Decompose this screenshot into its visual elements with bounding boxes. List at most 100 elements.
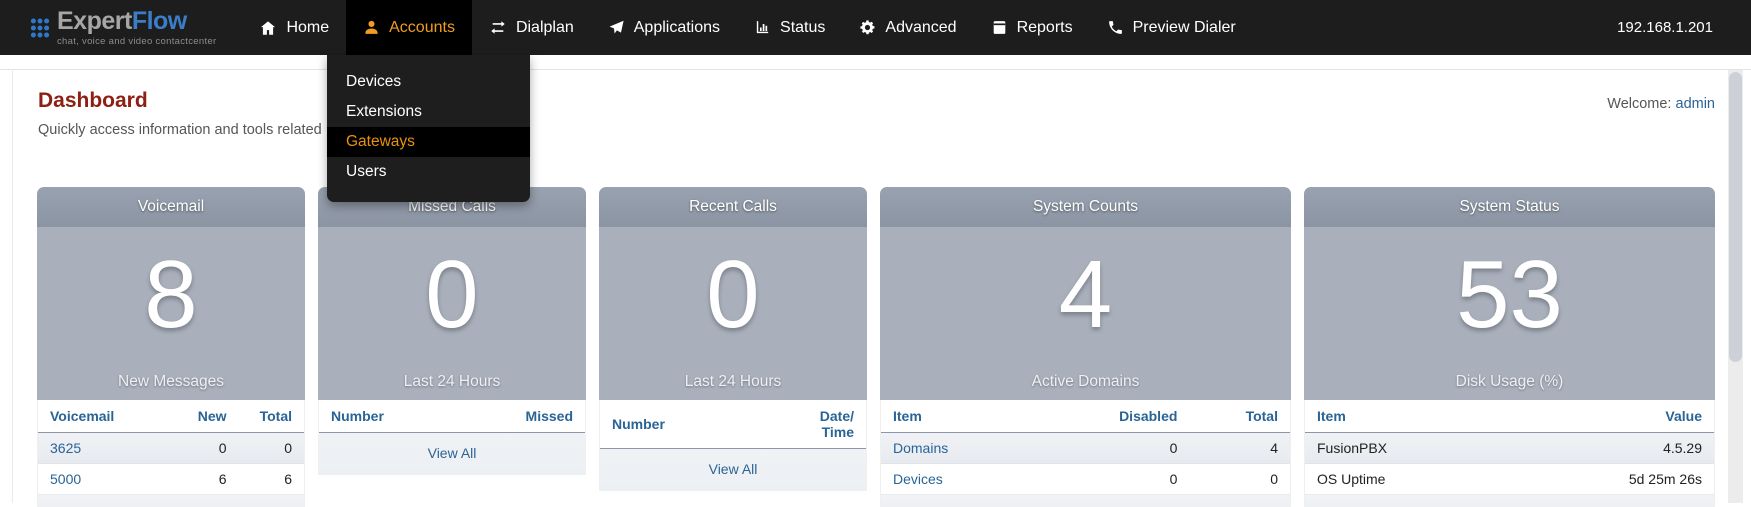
- card-summary-missed-calls[interactable]: 0Last 24 Hours: [318, 227, 586, 400]
- card-system-counts: System Counts4Active DomainsItemDisabled…: [880, 187, 1291, 507]
- card-summary-system-counts[interactable]: 4 Active Domains: [880, 227, 1291, 400]
- top-navbar: ExpertFlow chat, voice and video contact…: [0, 0, 1751, 55]
- card-value: 53: [1304, 227, 1715, 343]
- nav-item-home[interactable]: Home: [242, 0, 346, 55]
- nav-item-preview-dialer[interactable]: Preview Dialer: [1090, 0, 1253, 55]
- brand-tagline: chat, voice and video contactcenter: [57, 36, 216, 47]
- card-value: 0: [599, 227, 867, 343]
- card-table: NumberMissed View All: [318, 400, 586, 475]
- page-title: Dashboard: [38, 89, 148, 113]
- table-header-row: ItemDisabledTotal: [881, 400, 1290, 433]
- nav-item-accounts[interactable]: Accounts: [346, 0, 472, 55]
- server-ip: 192.168.1.201: [1617, 0, 1751, 55]
- table-row: OS Uptime5d 25m 26s: [1305, 464, 1714, 495]
- table-header-row: NumberDate/Time: [600, 400, 866, 449]
- column-header: Total: [239, 400, 304, 432]
- column-header: Item: [881, 400, 1055, 432]
- menu-item-users[interactable]: Users: [327, 157, 530, 187]
- nav-item-advanced[interactable]: Advanced: [842, 0, 973, 55]
- row-value: 4: [1189, 433, 1290, 463]
- brand-logo-link[interactable]: ExpertFlow chat, voice and video contact…: [0, 0, 216, 55]
- column-header: Voicemail: [38, 400, 151, 432]
- row-value: FusionPBX: [1305, 433, 1550, 463]
- row-value: 6: [239, 464, 304, 494]
- row-value: 5d 25m 26s: [1550, 464, 1714, 494]
- row-link[interactable]: 3625: [38, 433, 151, 463]
- card-caption: Active Domains: [880, 373, 1291, 391]
- nav-item-status[interactable]: Status: [737, 0, 842, 55]
- row-value: 4.5.29: [1550, 433, 1714, 463]
- page-subtitle: Quickly access information and tools rel…: [38, 122, 322, 138]
- user-icon: [363, 19, 380, 36]
- card-value: 0: [318, 227, 586, 343]
- welcome-label: Welcome:: [1607, 96, 1671, 112]
- welcome-text: Welcome: admin: [1607, 96, 1715, 112]
- menu-item-gateways[interactable]: Gateways: [327, 127, 530, 157]
- card-caption: New Messages: [37, 373, 305, 391]
- paper-plane-icon: [608, 19, 625, 36]
- card-summary-voicemail[interactable]: 8 New Messages: [37, 227, 305, 400]
- card-caption: Disk Usage (%): [1304, 373, 1715, 391]
- card-title: System Counts: [880, 187, 1291, 227]
- nav-item-label: Status: [780, 19, 825, 37]
- table-header-row: ItemValue: [1305, 400, 1714, 433]
- card-table: ItemValueFusionPBX4.5.29OS Uptime5d 25m …: [1304, 400, 1715, 507]
- card-title: Recent Calls: [599, 187, 867, 227]
- card-summary-recent-calls[interactable]: 0Last 24 Hours: [599, 227, 867, 400]
- nav-item-applications[interactable]: Applications: [591, 0, 737, 55]
- nav-item-label: Preview Dialer: [1133, 19, 1236, 37]
- vertical-scrollbar[interactable]: [1728, 70, 1743, 503]
- card-missed-calls: Missed Calls0Last 24 HoursNumberMissedVi…: [318, 187, 586, 507]
- scrollbar-thumb[interactable]: [1729, 72, 1742, 362]
- brand-name-secondary: Flow: [132, 7, 187, 35]
- nav-items: Home AccountsDialplan Applications Status Ad…: [242, 0, 1252, 55]
- view-all-link[interactable]: View All: [428, 445, 477, 461]
- nav-item-label: Advanced: [885, 19, 956, 37]
- column-header: Number: [319, 400, 479, 432]
- card-value: 8: [37, 227, 305, 343]
- phone-icon: [1107, 19, 1124, 36]
- card-title: Voicemail: [37, 187, 305, 227]
- menu-item-devices[interactable]: Devices: [327, 67, 530, 97]
- card-system-status: System Status53 Disk Usage (%) ItemValueFu…: [1304, 187, 1715, 507]
- view-all-link[interactable]: View All: [709, 461, 758, 477]
- card-voicemail: Voicemail8New MessagesVoicemailNewTotal3…: [37, 187, 305, 507]
- book-icon: [991, 19, 1008, 36]
- card-summary-system-status[interactable]: 53 Disk Usage (%): [1304, 227, 1715, 400]
- nav-item-reports[interactable]: Reports: [974, 0, 1090, 55]
- column-header: New: [151, 400, 238, 432]
- card-table: VoicemailNewTotal362500500066: [37, 400, 305, 507]
- row-value: 0: [1189, 464, 1290, 494]
- card-table: ItemDisabledTotalDomains04Devices00: [880, 400, 1291, 507]
- column-header: Number: [600, 408, 760, 440]
- view-all-row: View All: [600, 449, 866, 491]
- gear-icon: [859, 19, 876, 36]
- row-link[interactable]: Domains: [881, 433, 1055, 463]
- expertflow-dots-logo-icon: [30, 15, 50, 41]
- partial-next-row: [1305, 495, 1714, 507]
- nav-item-label: Applications: [634, 19, 720, 37]
- nav-item-label: Home: [286, 19, 329, 37]
- column-header: Item: [1305, 400, 1550, 432]
- card-value: 4: [880, 227, 1291, 343]
- menu-item-extensions[interactable]: Extensions: [327, 97, 530, 127]
- partial-next-row: [38, 495, 304, 507]
- nav-item-dialplan[interactable]: Dialplan: [472, 0, 591, 55]
- card-title: System Status: [1304, 187, 1715, 227]
- row-value: 0: [239, 433, 304, 463]
- welcome-user-link[interactable]: admin: [1676, 96, 1716, 112]
- partial-next-row: [881, 495, 1290, 507]
- brand-name-primary: Expert: [57, 7, 132, 35]
- home-icon: [259, 19, 277, 37]
- row-value: 0: [1055, 433, 1189, 463]
- row-link[interactable]: Devices: [881, 464, 1055, 494]
- column-header: Disabled: [1055, 400, 1189, 432]
- row-value: 0: [151, 433, 238, 463]
- table-row: Domains04: [881, 433, 1290, 464]
- table-row: 362500: [38, 433, 304, 464]
- table-header-row: NumberMissed: [319, 400, 585, 433]
- card-table: NumberDate/Time View All: [599, 400, 867, 491]
- nav-item-label: Reports: [1017, 19, 1073, 37]
- content-left-divider: [12, 69, 13, 503]
- row-link[interactable]: 5000: [38, 464, 151, 494]
